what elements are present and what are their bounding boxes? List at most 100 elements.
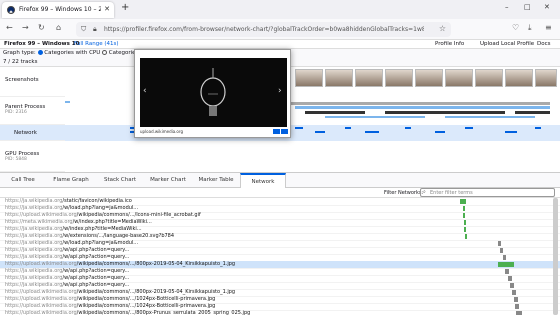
- close-window-button[interactable]: ✕: [544, 3, 550, 11]
- filter-label: Filter Networks:: [384, 190, 424, 196]
- network-request-list: https://ja.wikipedia.org/static/favicon/…: [0, 198, 560, 315]
- request-path: /wikipedia/commons/.../800px-2019-05-04_…: [76, 289, 236, 295]
- tab-stack-chart[interactable]: Stack Chart: [96, 173, 144, 188]
- url-bar[interactable]: ⛉ 🔒︎ https://profiler.firefox.com/from-b…: [76, 22, 451, 37]
- request-host: https://upload.wikimedia.org: [5, 289, 77, 295]
- request-host: https://upload.wikimedia.org: [5, 212, 77, 218]
- request-path: /wikipedia/commons/.../1024px-Botticelli…: [76, 296, 216, 302]
- full-range-breadcrumb[interactable]: Full Range (41s): [74, 41, 119, 47]
- radio-categories[interactable]: [102, 50, 108, 55]
- gpu-process-track-label[interactable]: GPU Process PID: 5848: [0, 141, 65, 172]
- request-path: /w/api.php?action=query...: [62, 275, 130, 281]
- request-host: https://ja.wikipedia.org: [5, 233, 63, 239]
- parent-process-track-label[interactable]: Parent Process PID: 2316: [0, 97, 65, 125]
- browser-tab[interactable]: Firefox 99 – Windows 10 – 202 ✕: [2, 2, 114, 18]
- request-path: /w/extensions/.../language-base20.svg?b7…: [62, 233, 175, 239]
- request-host: https://upload.wikimedia.org: [5, 310, 77, 315]
- request-timing-bar: [508, 276, 512, 281]
- tab-network[interactable]: Network: [240, 173, 286, 188]
- request-host: https://upload.wikimedia.org: [5, 261, 77, 267]
- chevron-right-icon: ›: [278, 86, 282, 96]
- profile-info-button[interactable]: Profile Info: [435, 41, 464, 47]
- menu-icon[interactable]: ≡: [545, 23, 552, 32]
- screenshot-thumb: [295, 69, 323, 87]
- profiler-top-bar: Firefox 99 – Windows 10 Full Range (41s)…: [0, 40, 560, 49]
- request-timing-bar: [516, 311, 522, 315]
- screenshot-thumb: [385, 69, 413, 87]
- screenshot-thumb: [325, 69, 353, 87]
- preview-badge: [281, 129, 288, 134]
- request-host: https://ja.wikipedia.org: [5, 254, 63, 260]
- request-timing-bar: [503, 255, 506, 260]
- screenshot-preview-popup: ‹ › upload.wikimedia.org: [134, 49, 291, 138]
- tab-flame-graph[interactable]: Flame Graph: [46, 173, 96, 188]
- request-timing-bar: [463, 206, 465, 211]
- gpu-process-pid: PID: 5848: [5, 157, 27, 162]
- back-icon[interactable]: ←: [6, 23, 13, 32]
- radio-label-cpu[interactable]: Categories with CPU: [44, 50, 100, 56]
- lock-icon[interactable]: 🔒︎: [93, 25, 97, 34]
- screenshot-thumb: [415, 69, 443, 87]
- request-path: /w/api.php?action=query...: [62, 254, 130, 260]
- request-timing-bar: [465, 234, 467, 239]
- request-timing-bar: [510, 283, 514, 288]
- request-timing-bar: [514, 297, 518, 302]
- screenshot-thumb: [535, 69, 557, 87]
- request-path: /w/api.php?action=query...: [62, 247, 130, 253]
- pocket-icon[interactable]: ♡: [512, 23, 519, 32]
- parent-process-pid: PID: 2316: [5, 110, 27, 115]
- graph-type-label: Graph type:: [3, 50, 36, 56]
- upload-button[interactable]: Upload Local Profile: [480, 41, 534, 47]
- request-timing-bar: [505, 269, 509, 274]
- shield-icon[interactable]: ⛉: [81, 25, 86, 34]
- request-host: https://upload.wikimedia.org: [5, 296, 77, 302]
- request-host: https://ja.wikipedia.org: [5, 268, 63, 274]
- firefox-profiler-icon: [7, 6, 15, 14]
- request-path: /w/api.php?action=query...: [62, 282, 130, 288]
- close-tab-icon[interactable]: ✕: [104, 5, 110, 13]
- screenshot-thumb: [355, 69, 383, 87]
- radio-categories-cpu[interactable]: [37, 50, 43, 55]
- track-count-button[interactable]: 7 / 22 tracks: [3, 59, 37, 65]
- docs-link[interactable]: Docs: [537, 41, 551, 47]
- request-path: /w/index.php?title=MediaWiki...: [62, 226, 142, 232]
- request-timing-bar: [498, 262, 514, 267]
- request-host: https://upload.wikimedia.org: [5, 303, 77, 309]
- tab-call-tree[interactable]: Call Tree: [0, 173, 46, 188]
- new-tab-button[interactable]: +: [121, 2, 129, 13]
- request-timing-bar: [463, 213, 465, 218]
- tab-marker-table[interactable]: Marker Table: [192, 173, 240, 188]
- url-text[interactable]: https://profiler.firefox.com/from-browse…: [104, 26, 424, 33]
- profile-title[interactable]: Firefox 99 – Windows 10: [4, 41, 79, 47]
- tab-strip: Firefox 99 – Windows 10 – 202 ✕ + – □ ✕: [0, 0, 560, 19]
- reload-icon[interactable]: ↻: [38, 23, 45, 32]
- request-host: https://ja.wikipedia.org: [5, 198, 63, 204]
- bookmark-star-icon[interactable]: ☆: [439, 24, 446, 33]
- minimize-button[interactable]: –: [505, 3, 509, 11]
- gpu-process-lane[interactable]: [65, 141, 560, 172]
- request-path: /w/load.php?lang=ja&modul...: [62, 240, 139, 246]
- screenshot-thumb: [505, 69, 533, 87]
- filter-input[interactable]: Enter filter terms: [420, 188, 555, 197]
- request-path: /static/favicon/wikipedia.ico: [62, 198, 132, 204]
- network-filter-bar: Filter Networks: Enter filter terms ⌕: [0, 188, 560, 198]
- network-request-row[interactable]: https://upload.wikimedia.org/wikipedia/c…: [0, 310, 560, 315]
- tab-marker-chart[interactable]: Marker Chart: [144, 173, 192, 188]
- preview-badge: [273, 129, 280, 134]
- request-host: https://ja.wikipedia.org: [5, 247, 63, 253]
- request-path: /w/load.php?lang=ja&modul...: [62, 205, 139, 211]
- request-timing-bar: [464, 220, 466, 225]
- request-host: https://ja.wikipedia.org: [5, 205, 63, 211]
- forward-icon[interactable]: →: [22, 23, 29, 32]
- request-path: /wikipedia/commons/.../Icons-mini-file_a…: [76, 212, 201, 218]
- screenshot-preview-image: ‹ ›: [140, 58, 287, 127]
- screenshots-track-label[interactable]: Screenshots: [0, 67, 65, 97]
- request-timing-bar: [500, 248, 503, 253]
- request-path: /w/api.php?action=query...: [62, 268, 130, 274]
- network-track-label[interactable]: Network: [0, 125, 65, 141]
- download-icon[interactable]: ⤓: [528, 23, 532, 33]
- scrollbar[interactable]: [553, 198, 558, 315]
- request-timing-bar: [464, 227, 466, 232]
- maximize-button[interactable]: □: [524, 3, 531, 11]
- home-icon[interactable]: ⌂: [56, 23, 61, 32]
